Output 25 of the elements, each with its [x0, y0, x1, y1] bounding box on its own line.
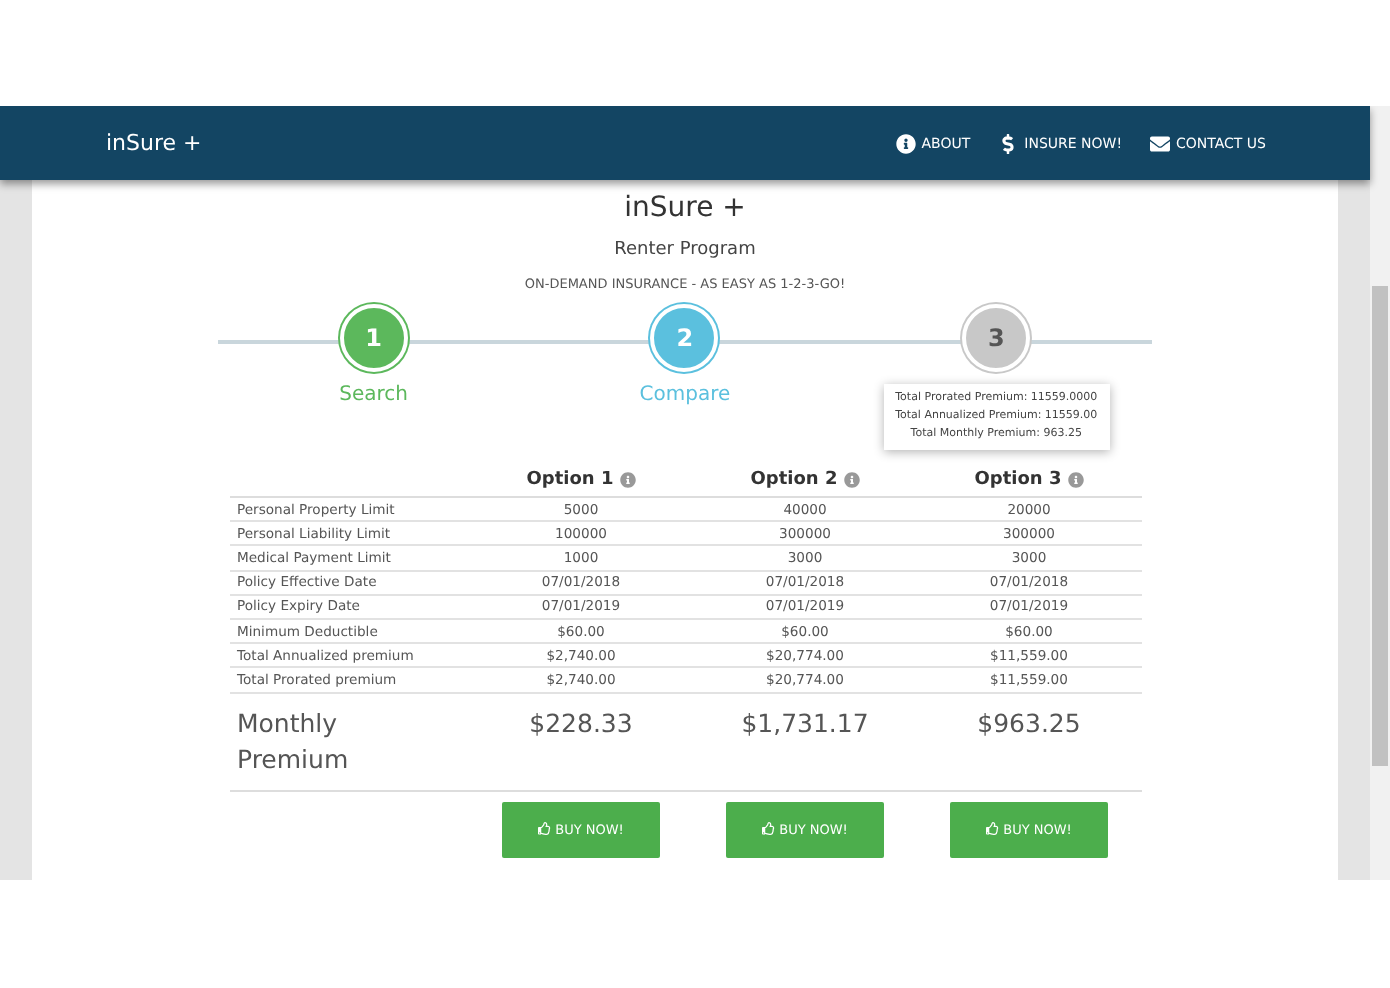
monthly-premium: $1,731.17 [693, 693, 917, 791]
monthly-premium: $228.33 [469, 693, 693, 791]
envelope-icon [1150, 133, 1170, 153]
step-label: Search [339, 384, 408, 406]
info-icon [895, 133, 916, 153]
info-icon[interactable] [619, 472, 636, 488]
column-header: Option 2 [693, 462, 917, 498]
thumbs-up-icon [986, 822, 1000, 836]
step-circle: 1 [339, 304, 408, 372]
monthly-premium: $963.25 [917, 693, 1141, 791]
thumbs-up-icon [762, 822, 776, 836]
dollar-icon [998, 133, 1019, 153]
thumbs-up-icon [538, 822, 552, 836]
page-title: inSure + [624, 192, 746, 224]
info-icon[interactable] [1067, 472, 1084, 488]
brand-logo[interactable]: inSure + [106, 130, 868, 156]
column-header: Option 1 [469, 462, 693, 498]
info-icon[interactable] [843, 472, 860, 488]
step-label: Compare [639, 384, 731, 406]
step-circle: 3 [962, 304, 1031, 372]
step-circle: 2 [650, 304, 719, 372]
scrollbar-thumb[interactable] [1372, 286, 1388, 766]
row-label: Monthly Premium [229, 693, 469, 791]
page-subtitle: Renter Program [614, 240, 756, 260]
column-header: Option 3 [917, 462, 1141, 498]
